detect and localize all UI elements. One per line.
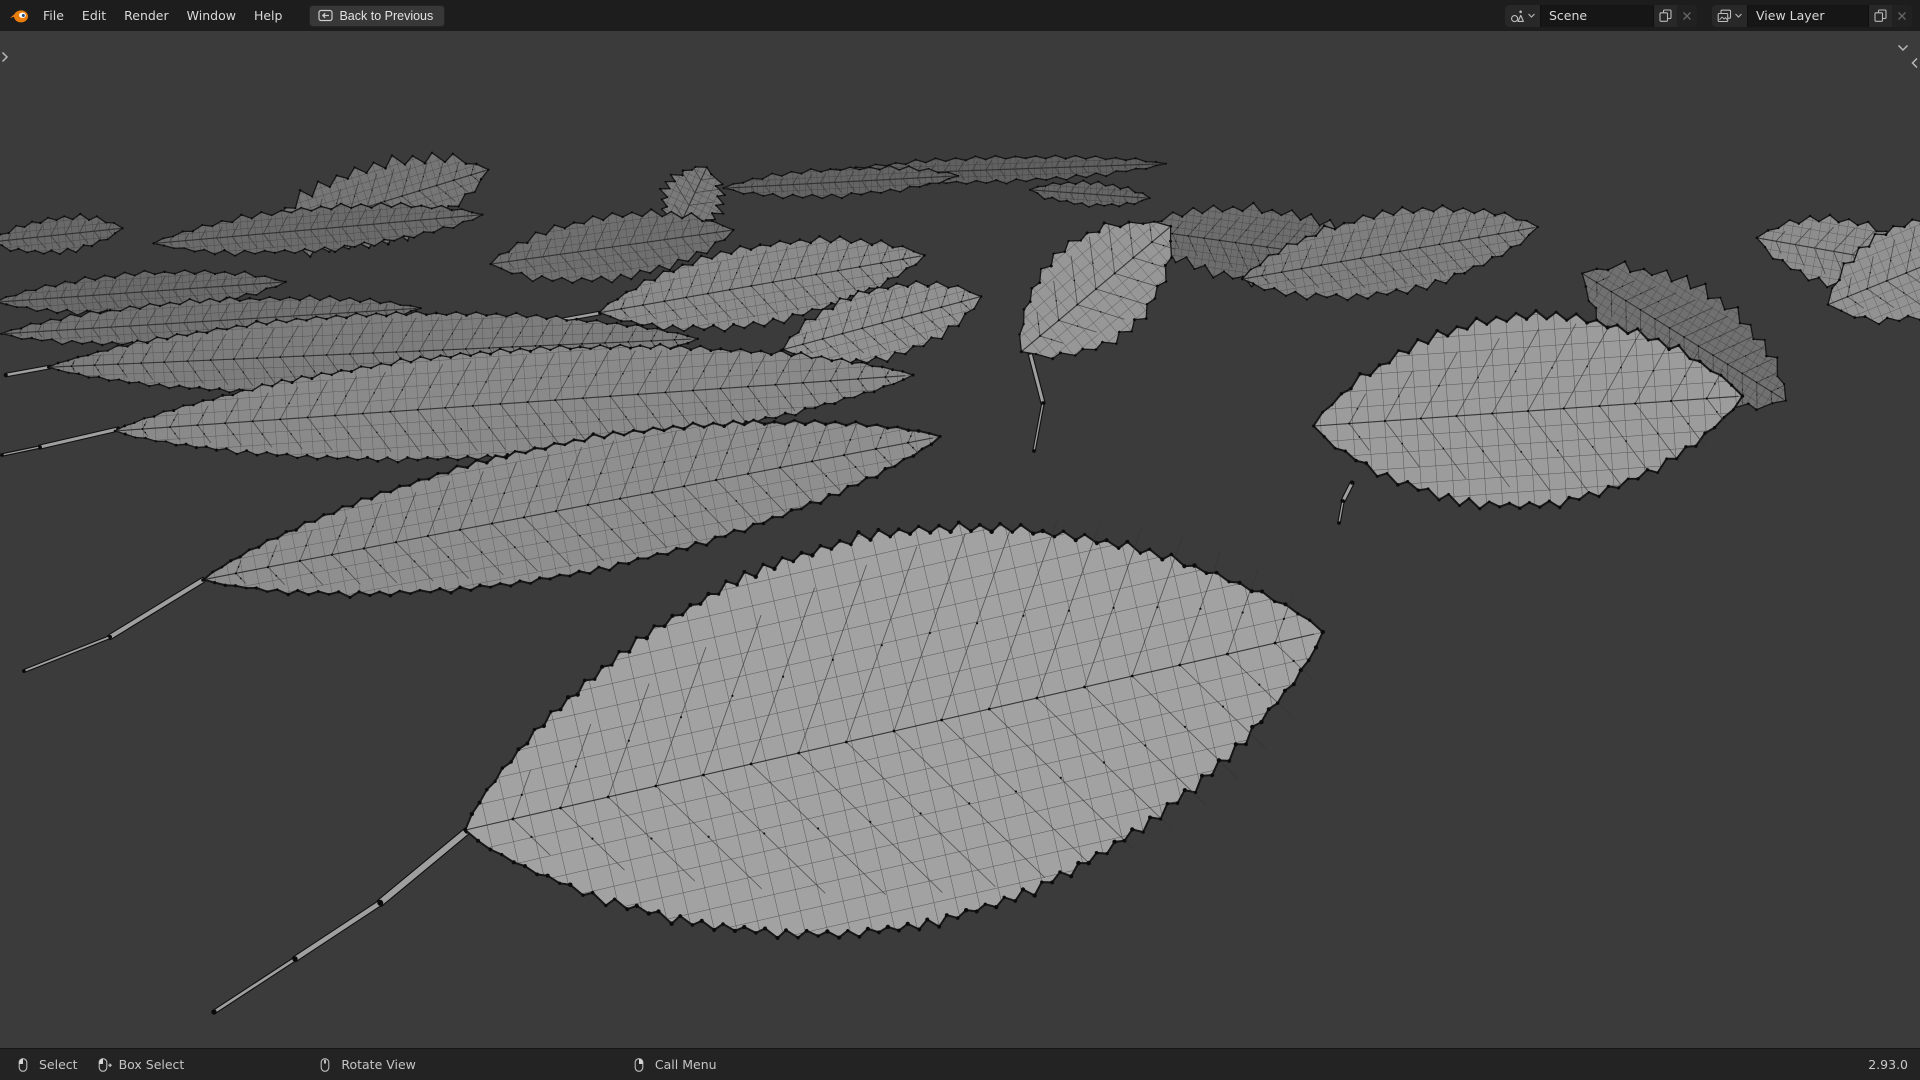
status-hint-call-menu: Call Menu <box>630 1057 717 1073</box>
copy-icon <box>1659 9 1672 22</box>
back-button-label: Back to Previous <box>339 9 433 23</box>
topbar: FileEditRenderWindowHelp Back to Previou… <box>0 0 1920 31</box>
back-to-previous-button[interactable]: Back to Previous <box>309 5 445 27</box>
mouse-left-drag-icon <box>94 1057 113 1073</box>
view-layer-browse-button[interactable] <box>1712 5 1747 27</box>
expand-sidebar-arrow-icon[interactable] <box>1911 57 1919 69</box>
mouse-left-icon <box>14 1057 33 1073</box>
view-layer-selector: View Layer <box>1712 5 1912 27</box>
menu-bar: FileEditRenderWindowHelp <box>34 4 291 27</box>
menu-window[interactable]: Window <box>178 4 245 27</box>
status-hint-select: Select <box>14 1057 78 1073</box>
x-icon <box>1682 11 1692 21</box>
viewport-3d[interactable] <box>0 31 1920 1048</box>
blender-logo-icon[interactable] <box>8 7 30 25</box>
status-hint-label: Box Select <box>119 1057 185 1072</box>
scene-selector: Scene <box>1505 5 1697 27</box>
mouse-middle-icon <box>316 1057 335 1073</box>
status-hint-rotate-view: Rotate View <box>316 1057 416 1073</box>
scene-browse-button[interactable] <box>1505 5 1540 27</box>
x-icon <box>1897 11 1907 21</box>
unlink-scene-button[interactable] <box>1677 5 1697 27</box>
leaf-row-top-3[interactable] <box>1028 176 1152 213</box>
chevron-down-icon <box>1735 13 1742 18</box>
copy-icon <box>1874 9 1887 22</box>
new-scene-button[interactable] <box>1654 5 1677 27</box>
remove-view-layer-button[interactable] <box>1892 5 1912 27</box>
status-bar: Select Box Select Rotate View Call Menu 2.9… <box>0 1048 1920 1080</box>
status-hint-label: Select <box>39 1057 78 1072</box>
status-hint-label: Call Menu <box>655 1057 717 1072</box>
menu-help[interactable]: Help <box>245 4 292 27</box>
status-hint-box-select: Box Select <box>94 1057 185 1073</box>
collapse-header-arrow-icon[interactable] <box>1897 44 1909 52</box>
expand-toolbar-arrow-icon[interactable] <box>1 51 9 63</box>
blender-version: 2.93.0 <box>1868 1057 1908 1072</box>
scene-name-field[interactable]: Scene <box>1540 5 1654 27</box>
leaf-right-2[interactable] <box>1233 183 1546 323</box>
back-screen-icon <box>318 9 333 22</box>
leaf-sliver-1[interactable] <box>0 208 126 262</box>
status-hint-label: Rotate View <box>341 1057 416 1072</box>
mouse-right-icon <box>630 1057 649 1073</box>
view-layer-name-field[interactable]: View Layer <box>1747 5 1869 27</box>
menu-file[interactable]: File <box>34 4 73 27</box>
scene-icon <box>1510 9 1525 23</box>
view-layer-icon <box>1717 9 1732 23</box>
menu-render[interactable]: Render <box>115 4 178 27</box>
chevron-down-icon <box>1528 13 1535 18</box>
new-view-layer-button[interactable] <box>1869 5 1892 27</box>
menu-edit[interactable]: Edit <box>73 4 115 27</box>
